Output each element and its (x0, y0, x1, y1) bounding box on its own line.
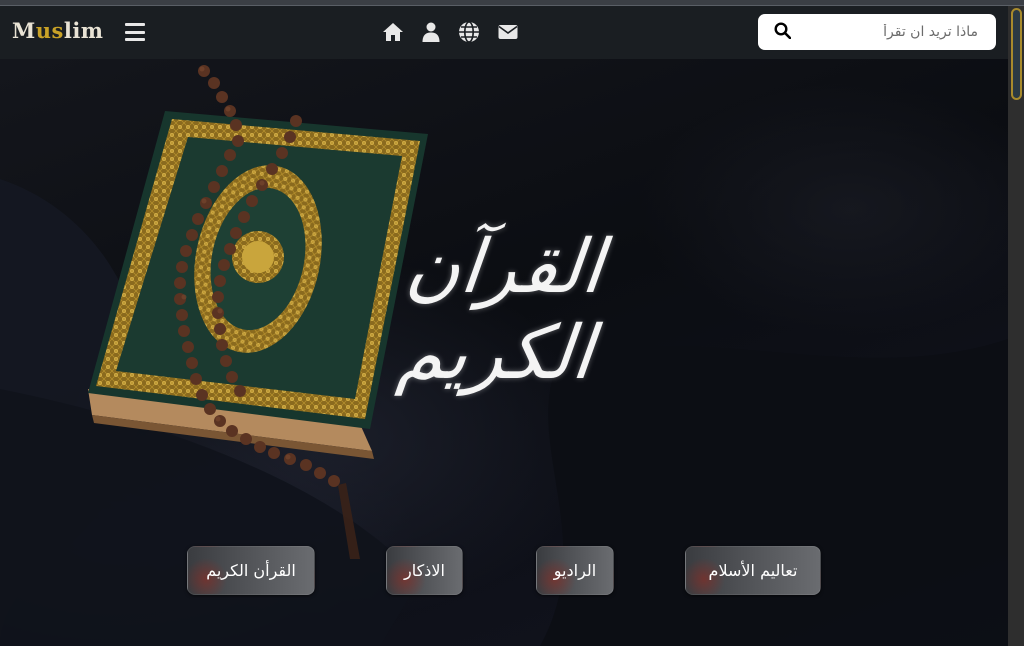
globe-icon[interactable] (458, 21, 480, 43)
card-islam-teachings[interactable]: تعاليم الأسلام (685, 546, 821, 595)
category-cards: القرأن الكريم الاذكار الراديو تعاليم الأ… (0, 546, 1008, 596)
menu-icon[interactable] (125, 23, 145, 41)
brand-part-2: us (35, 18, 64, 43)
top-navbar: Muslim (0, 6, 1008, 59)
nav-icon-group (382, 21, 518, 43)
envelope-icon[interactable] (498, 24, 518, 40)
home-icon[interactable] (382, 22, 404, 42)
hero-banner: القرآن الكريم القرأن الكريم الاذكار الرا… (0, 59, 1008, 646)
brand-logo[interactable]: Muslim (12, 18, 104, 43)
brand-part-3: lim (63, 18, 104, 43)
page-scrollbar[interactable] (1008, 6, 1024, 646)
search-input[interactable] (808, 24, 978, 40)
search-icon[interactable] (774, 21, 792, 43)
scrollbar-thumb[interactable] (1011, 8, 1022, 100)
search-bar (758, 14, 996, 50)
card-azkar[interactable]: الاذكار (386, 546, 463, 595)
card-quran[interactable]: القرأن الكريم (187, 546, 315, 595)
hero-title-calligraphy: القرآن الكريم (393, 224, 608, 396)
user-icon[interactable] (422, 22, 440, 42)
card-radio[interactable]: الراديو (536, 546, 614, 595)
brand-part-1: M (12, 18, 36, 43)
